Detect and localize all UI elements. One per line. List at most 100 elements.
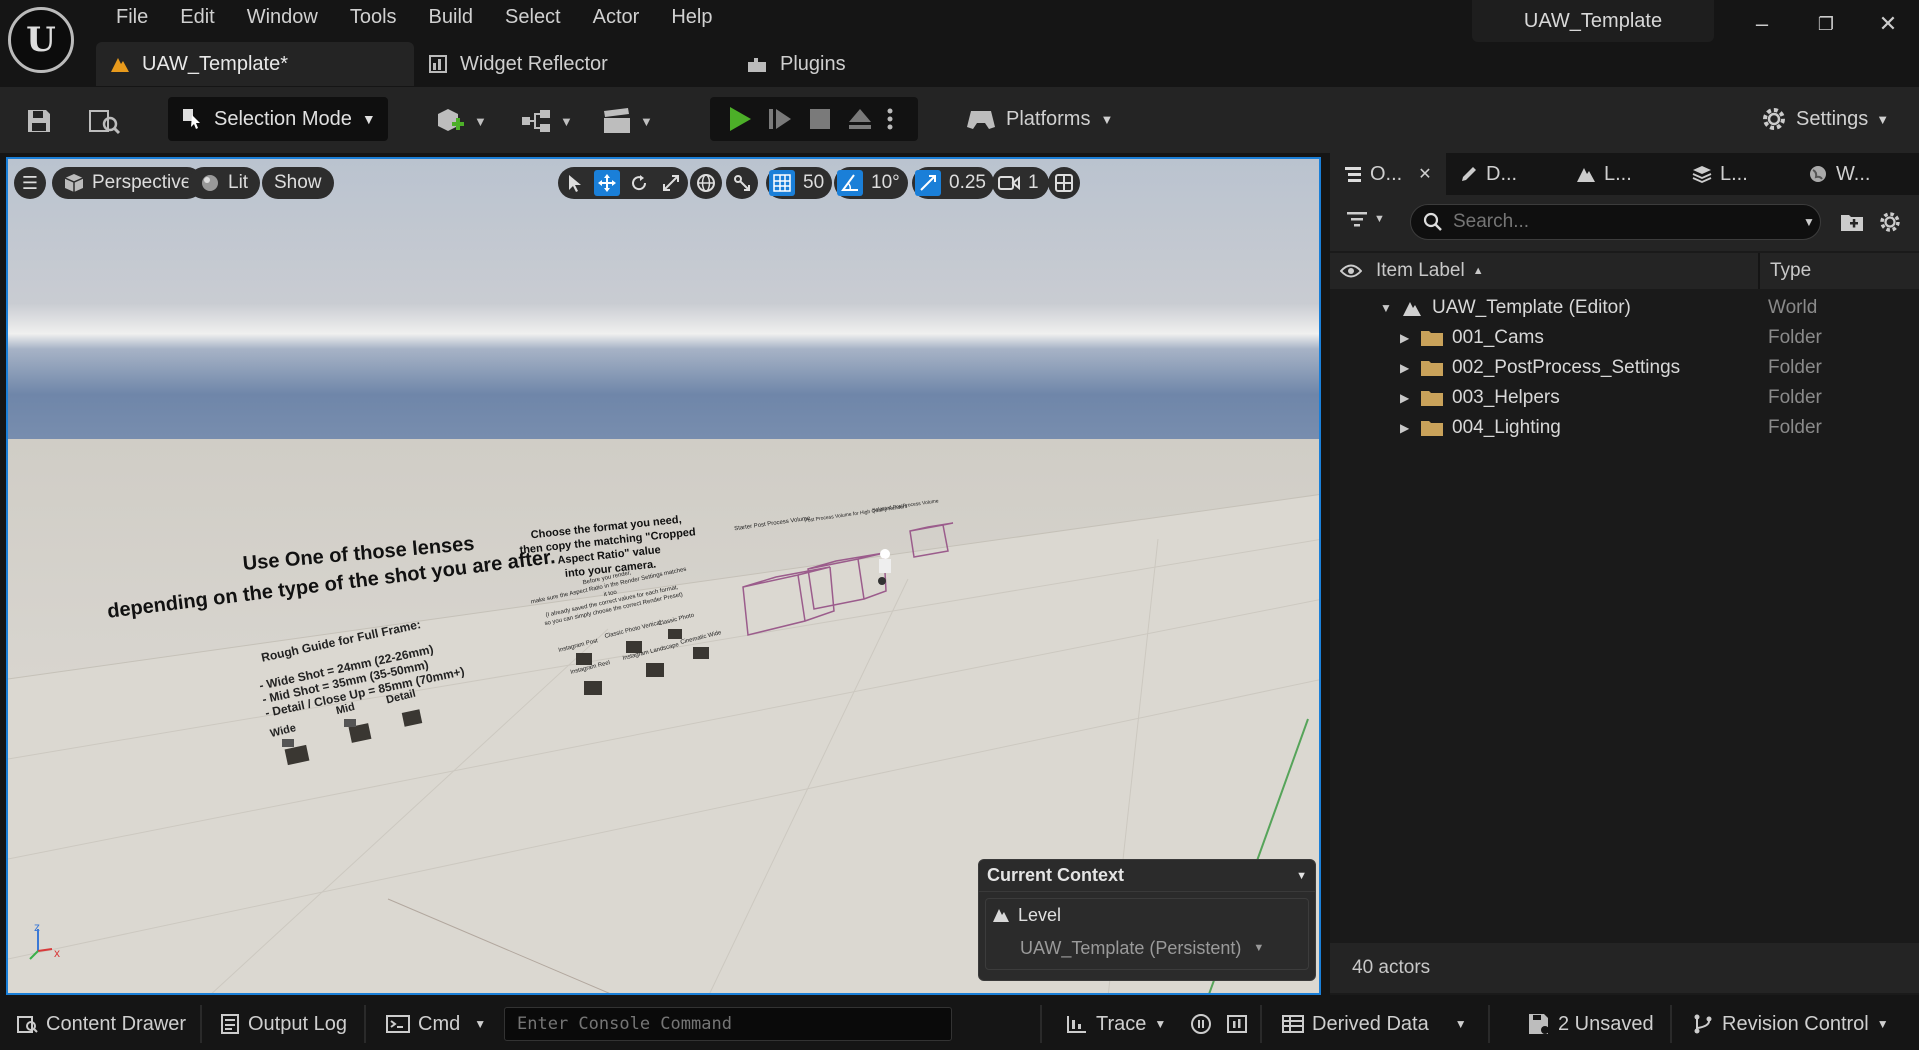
eject-icon[interactable] <box>840 107 880 131</box>
chevron-right-icon[interactable]: ▶ <box>1400 421 1409 435</box>
selection-mode-dropdown[interactable]: Selection Mode ▼ <box>168 97 388 141</box>
level-viewport[interactable]: z x Use One of those lenses depending on… <box>6 157 1321 995</box>
revision-control-dropdown[interactable]: Revision Control ▼ <box>1692 1005 1889 1043</box>
tree-row-folder[interactable]: ▶ 002_PostProcess_Settings Folder <box>1330 353 1919 383</box>
menu-actor[interactable]: Actor <box>577 4 656 34</box>
search-icon <box>1423 212 1442 231</box>
terminal-icon <box>386 1015 410 1033</box>
tab-plugins[interactable]: Plugins <box>746 42 846 86</box>
selection-mode-label: Selection Mode <box>214 107 352 130</box>
folder-icon <box>1421 361 1443 376</box>
trace-snapshot-icon[interactable] <box>1226 1005 1248 1043</box>
add-actor-button[interactable]: ▼ <box>434 105 487 137</box>
play-icon[interactable] <box>720 105 760 133</box>
close-icon[interactable]: ✕ <box>1418 164 1431 184</box>
chevron-down-icon: ▼ <box>1374 213 1385 225</box>
folder-icon <box>1421 421 1443 436</box>
chevron-down-icon[interactable]: ▼ <box>1803 215 1815 229</box>
globe-icon <box>697 174 715 192</box>
gear-icon[interactable] <box>1878 210 1902 240</box>
widget-reflector-label: Widget Reflector <box>460 52 608 75</box>
divider <box>1670 1005 1672 1043</box>
tab-level-document[interactable]: UAW_Template* <box>96 42 414 86</box>
tree-row-world[interactable]: ▼ UAW_Template (Editor) World <box>1330 293 1919 323</box>
trace-record-icon[interactable] <box>1190 1005 1212 1043</box>
menu-file[interactable]: File <box>100 4 164 34</box>
output-log-button[interactable]: Output Log <box>220 1005 347 1043</box>
menu-window[interactable]: Window <box>231 4 334 34</box>
cmd-dropdown[interactable]: Cmd ▼ <box>386 1005 486 1043</box>
add-actor-icon <box>438 109 464 131</box>
browse-content-icon[interactable] <box>88 105 122 137</box>
console-input[interactable] <box>504 1007 952 1041</box>
tab-outliner[interactable]: O... ✕ <box>1330 153 1446 195</box>
tree-row-label: 001_Cams <box>1452 327 1544 348</box>
perspective-button[interactable]: Perspective <box>52 167 204 199</box>
scale-tool-icon[interactable] <box>658 170 684 196</box>
surface-snap-toggle[interactable] <box>726 167 758 199</box>
tab-levels[interactable]: L... <box>1562 153 1678 195</box>
lit-button[interactable]: Lit <box>188 167 261 199</box>
unreal-logo-icon[interactable]: U <box>8 7 74 73</box>
close-button[interactable]: ✕ <box>1868 6 1908 42</box>
tab-layers[interactable]: L... <box>1678 153 1794 195</box>
tab-details[interactable]: D... <box>1446 153 1562 195</box>
settings-dropdown[interactable]: Settings ▼ <box>1760 97 1889 141</box>
add-folder-icon[interactable] <box>1840 211 1864 239</box>
play-options-icon[interactable] <box>880 107 900 131</box>
derived-data-dropdown[interactable]: Derived Data ▼ <box>1282 1005 1467 1043</box>
trace-dropdown[interactable]: Trace ▼ <box>1066 1005 1166 1043</box>
menu-tools[interactable]: Tools <box>334 4 413 34</box>
chevron-right-icon[interactable]: ▶ <box>1400 331 1409 345</box>
tab-world-settings[interactable]: W... <box>1794 153 1910 195</box>
tab-layers-label: L... <box>1720 162 1748 185</box>
cinematics-button[interactable]: ▼ <box>602 105 653 137</box>
eye-icon <box>1340 264 1362 278</box>
save-icon[interactable] <box>26 105 52 137</box>
menu-build[interactable]: Build <box>413 4 489 34</box>
menu-edit[interactable]: Edit <box>164 4 230 34</box>
tab-levels-label: L... <box>1604 162 1632 185</box>
tree-row-folder[interactable]: ▶ 001_Cams Folder <box>1330 323 1919 353</box>
chevron-right-icon[interactable]: ▶ <box>1400 391 1409 405</box>
menu-select[interactable]: Select <box>489 4 577 34</box>
selection-mode-icon <box>183 109 200 129</box>
search-input[interactable] <box>1453 211 1793 233</box>
context-level-dropdown[interactable]: UAW_Template (Persistent) ▼ <box>986 931 1308 965</box>
menu-help[interactable]: Help <box>655 4 728 34</box>
move-tool-icon[interactable] <box>594 170 620 196</box>
tree-row-type: World <box>1768 297 1818 318</box>
divider <box>1488 1005 1490 1043</box>
platforms-dropdown[interactable]: Platforms ▼ <box>966 97 1113 141</box>
chevron-down-icon[interactable]: ▼ <box>1296 870 1307 882</box>
content-drawer-button[interactable]: Content Drawer <box>16 1005 186 1043</box>
filter-button[interactable]: ▼ <box>1346 209 1385 229</box>
content-drawer-label: Content Drawer <box>46 1012 187 1035</box>
advance-frame-icon[interactable] <box>760 106 800 132</box>
tree-row-folder[interactable]: ▶ 004_Lighting Folder <box>1330 413 1919 443</box>
world-local-toggle[interactable] <box>690 167 722 199</box>
stop-icon[interactable] <box>800 108 840 130</box>
column-type[interactable]: Type <box>1760 260 1811 282</box>
tab-widget-reflector[interactable]: Widget Reflector <box>428 42 608 86</box>
chevron-right-icon[interactable]: ▶ <box>1400 361 1409 375</box>
rotation-snap-button[interactable]: 10° <box>834 167 908 199</box>
camera-speed-button[interactable]: 1 <box>992 167 1049 199</box>
column-item-label[interactable]: Item Label ▲ <box>1330 253 1760 289</box>
play-controls <box>710 97 918 141</box>
show-button[interactable]: Show <box>262 167 334 199</box>
tree-row-folder[interactable]: ▶ 003_Helpers Folder <box>1330 383 1919 413</box>
grid-snap-button[interactable]: 50 <box>766 167 833 199</box>
rotate-tool-icon[interactable] <box>626 170 652 196</box>
blueprints-button[interactable]: ▼ <box>520 105 573 137</box>
context-title: Current Context <box>987 865 1125 885</box>
scale-snap-button[interactable]: 0.25 <box>912 167 994 199</box>
unsaved-button[interactable]: 2 Unsaved <box>1528 1005 1654 1043</box>
select-tool-icon[interactable] <box>562 170 588 196</box>
chevron-down-icon[interactable]: ▼ <box>1380 301 1392 315</box>
chevron-down-icon: ▼ <box>361 111 376 127</box>
minimize-button[interactable]: – <box>1742 6 1782 42</box>
restore-button[interactable]: ❐ <box>1806 6 1846 42</box>
viewport-layout-button[interactable] <box>1048 167 1080 199</box>
viewport-options-button[interactable]: ☰ <box>14 167 46 199</box>
